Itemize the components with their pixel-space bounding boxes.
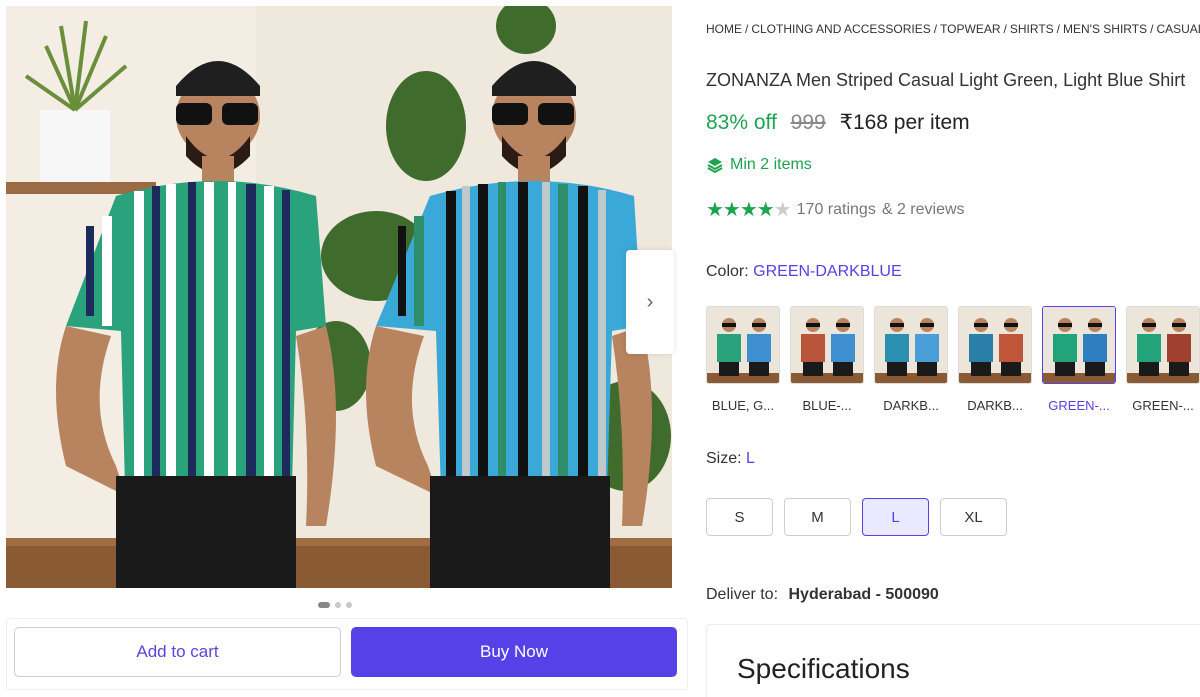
- min-items-label: Min 2 items: [730, 156, 812, 173]
- mrp-price: 999: [790, 111, 826, 134]
- size-option-m[interactable]: M: [784, 498, 851, 536]
- breadcrumb: HOME / CLOTHING AND ACCESSORIES / TOPWEAR / SH…: [706, 22, 1200, 36]
- color-option-image: [1042, 306, 1116, 384]
- breadcrumb-item[interactable]: MEN'S SHIRTS: [1063, 22, 1147, 36]
- color-option[interactable]: DARKB...: [958, 306, 1032, 413]
- chevron-right-icon: ›: [646, 290, 654, 313]
- delivery-location: Hyderabad - 500090: [788, 586, 939, 603]
- delivery-label: Deliver to:: [706, 586, 779, 603]
- product-details: HOME / CLOTHING AND ACCESSORIES / TOPWEAR / SH…: [706, 0, 1200, 697]
- size-options: S M L XL: [706, 498, 1007, 536]
- product-gallery: › Add to cart Buy Now: [0, 0, 690, 697]
- color-option[interactable]: BLUE-...: [790, 306, 864, 413]
- rating-row: ★★★★★ 170 ratings & 2 reviews: [706, 197, 965, 222]
- color-option[interactable]: DARKB...: [874, 306, 948, 413]
- carousel-dot[interactable]: [346, 602, 352, 608]
- layers-icon: [707, 158, 723, 174]
- breadcrumb-separator: /: [1056, 22, 1060, 36]
- size-option-s[interactable]: S: [706, 498, 773, 536]
- color-option[interactable]: GREEN-...: [1126, 306, 1200, 413]
- color-options: BLUE, G... BLUE-... DARKB... DARKB... GREEN-…: [706, 306, 1200, 413]
- breadcrumb-separator: /: [1150, 22, 1154, 36]
- color-option-label: BLUE-...: [802, 398, 852, 413]
- product-image[interactable]: [6, 6, 672, 588]
- specifications-title: Specifications: [737, 653, 910, 684]
- add-to-cart-button[interactable]: Add to cart: [14, 627, 341, 677]
- carousel-dot[interactable]: [318, 602, 330, 608]
- size-option-l[interactable]: L: [862, 498, 929, 536]
- size-heading: Size: L: [706, 450, 755, 468]
- sale-price: ₹168 per item: [839, 111, 970, 134]
- size-selected-value: L: [746, 450, 755, 467]
- color-option-image: [874, 306, 948, 384]
- carousel-dot[interactable]: [335, 602, 341, 608]
- breadcrumb-separator: /: [1003, 22, 1007, 36]
- color-option-label: GREEN-...: [1048, 398, 1110, 413]
- breadcrumb-item[interactable]: CASUAL SHIRTS: [1156, 22, 1200, 36]
- size-option-xl[interactable]: XL: [940, 498, 1007, 536]
- ratings-count[interactable]: 170 ratings: [797, 201, 876, 219]
- color-option-label: GREEN-...: [1132, 398, 1194, 413]
- color-option-label: DARKB...: [883, 398, 939, 413]
- delivery-info[interactable]: Deliver to: Hyderabad - 500090: [706, 586, 939, 604]
- product-photo: [6, 6, 672, 588]
- min-items-info: Min 2 items: [706, 156, 812, 174]
- color-heading: Color: GREEN-DARKBLUE: [706, 263, 902, 281]
- color-option-label: DARKB...: [967, 398, 1023, 413]
- color-selected-value: GREEN-DARKBLUE: [753, 263, 902, 280]
- breadcrumb-separator: /: [933, 22, 938, 36]
- color-option[interactable]: GREEN-...: [1042, 306, 1116, 413]
- breadcrumb-item[interactable]: HOME: [706, 22, 742, 36]
- breadcrumb-separator: /: [745, 22, 749, 36]
- breadcrumb-item[interactable]: CLOTHING AND ACCESSORIES: [751, 22, 930, 36]
- color-option-image: [1126, 306, 1200, 384]
- size-label: Size:: [706, 450, 742, 467]
- color-option-image: [706, 306, 780, 384]
- star-rating: ★★★★★: [706, 199, 792, 221]
- color-option-image: [790, 306, 864, 384]
- breadcrumb-item[interactable]: TOPWEAR: [940, 22, 1000, 36]
- discount-label: 83% off: [706, 111, 777, 134]
- reviews-count[interactable]: & 2 reviews: [882, 201, 965, 219]
- carousel-next-button[interactable]: ›: [626, 250, 674, 354]
- buy-now-button[interactable]: Buy Now: [351, 627, 677, 677]
- breadcrumb-item[interactable]: SHIRTS: [1010, 22, 1054, 36]
- carousel-dots: [318, 602, 352, 608]
- color-option-label: BLUE, G...: [711, 398, 775, 413]
- product-title: ZONANZA Men Striped Casual Light Green, …: [706, 70, 1186, 90]
- specifications-section: Specifications: [706, 624, 1200, 697]
- color-option[interactable]: BLUE, G...: [706, 306, 780, 413]
- price-row: 83% off 999 ₹168 per item: [706, 110, 970, 135]
- color-label: Color:: [706, 263, 749, 280]
- color-option-image: [958, 306, 1032, 384]
